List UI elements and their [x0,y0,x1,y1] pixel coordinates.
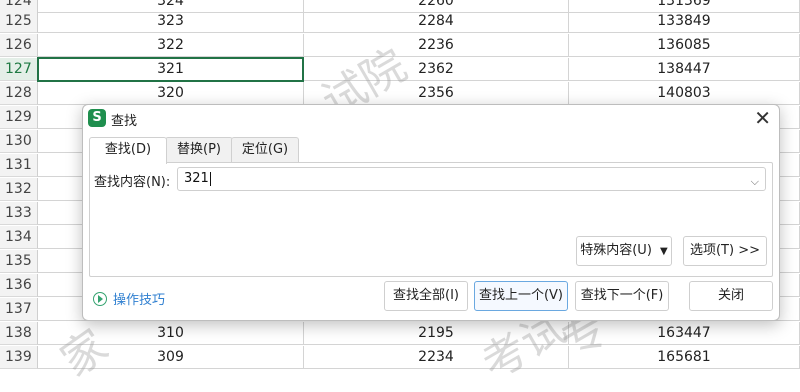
table-row: 128 320 2356 140803 [0,82,800,106]
row-header[interactable]: 135 [0,250,38,273]
tab-find[interactable]: 查找(D) [89,137,167,164]
row-header[interactable]: 128 [0,82,38,105]
dialog-title: 查找 [111,114,138,129]
row-header[interactable]: 131 [0,154,38,177]
tips-link[interactable]: 操作技巧 [93,289,165,308]
row-header[interactable]: 127 [0,58,38,81]
find-previous-button[interactable]: 查找上一个(V) [474,281,568,311]
table-cell[interactable]: 322 [38,34,304,57]
special-content-button[interactable]: 特殊内容(U) ▼ [576,236,672,266]
table-cell[interactable]: 138447 [569,58,800,81]
row-header[interactable]: 126 [0,34,38,57]
tab-replace[interactable]: 替换(P) [165,137,233,162]
table-cell[interactable]: 136085 [569,34,800,57]
table-row: 139 309 2234 165681 [0,346,800,370]
row-header[interactable]: 132 [0,178,38,201]
table-row: 138 310 2195 163447 [0,322,800,346]
table-cell[interactable]: 163447 [569,322,800,345]
table-row: 126 322 2236 136085 [0,34,800,58]
row-header[interactable]: 130 [0,130,38,153]
row-header[interactable]: 136 [0,274,38,297]
row-header[interactable]: 133 [0,202,38,225]
table-cell[interactable]: 2236 [304,34,569,57]
table-cell[interactable]: 310 [38,322,304,345]
find-tab-panel: 查找内容(N): 321 ⌵ 特殊内容(U) ▼ 选项(T) >> [89,162,773,277]
tips-label: 操作技巧 [113,293,166,308]
table-cell[interactable]: 140803 [569,82,800,105]
table-cell[interactable]: 321 [38,58,304,81]
row-header[interactable]: 129 [0,106,38,129]
find-content-input[interactable]: 321 ⌵ [177,167,766,191]
tab-goto[interactable]: 定位(G) [231,137,299,162]
close-button[interactable]: 关闭 [689,281,773,311]
find-content-label: 查找内容(N): [94,175,171,190]
caret-down-icon: ▼ [660,246,668,257]
table-cell[interactable]: 2362 [304,58,569,81]
row-header[interactable]: 134 [0,226,38,249]
play-circle-icon [93,292,107,306]
find-next-button[interactable]: 查找下一个(F) [575,281,669,311]
text-caret [209,171,211,186]
options-button[interactable]: 选项(T) >> [683,236,767,266]
close-icon[interactable]: ✕ [754,107,771,129]
table-cell[interactable]: 323 [38,10,304,33]
row-header[interactable]: 125 [0,10,38,33]
row-header[interactable]: 137 [0,298,38,321]
table-cell[interactable]: 2356 [304,82,569,105]
table-cell[interactable]: 2284 [304,10,569,33]
special-content-label: 特殊内容(U) [580,243,652,258]
chevron-down-icon[interactable]: ⌵ [751,171,759,193]
find-input-value: 321 [184,171,209,186]
table-cell[interactable]: 2195 [304,322,569,345]
row-header[interactable]: 138 [0,322,38,345]
dialog-titlebar: S 查找 ✕ [83,105,779,133]
table-row: 127 321 2362 138447 [0,58,800,82]
table-cell[interactable]: 133849 [569,10,800,33]
table-row: 125 323 2284 133849 [0,10,800,34]
find-dialog: S 查找 ✕ 查找(D) 替换(P) 定位(G) 查找内容(N): 321 ⌵ … [82,104,780,321]
find-all-button[interactable]: 查找全部(I) [384,281,468,311]
table-cell[interactable]: 320 [38,82,304,105]
wps-spreadsheet-icon: S [88,109,106,127]
